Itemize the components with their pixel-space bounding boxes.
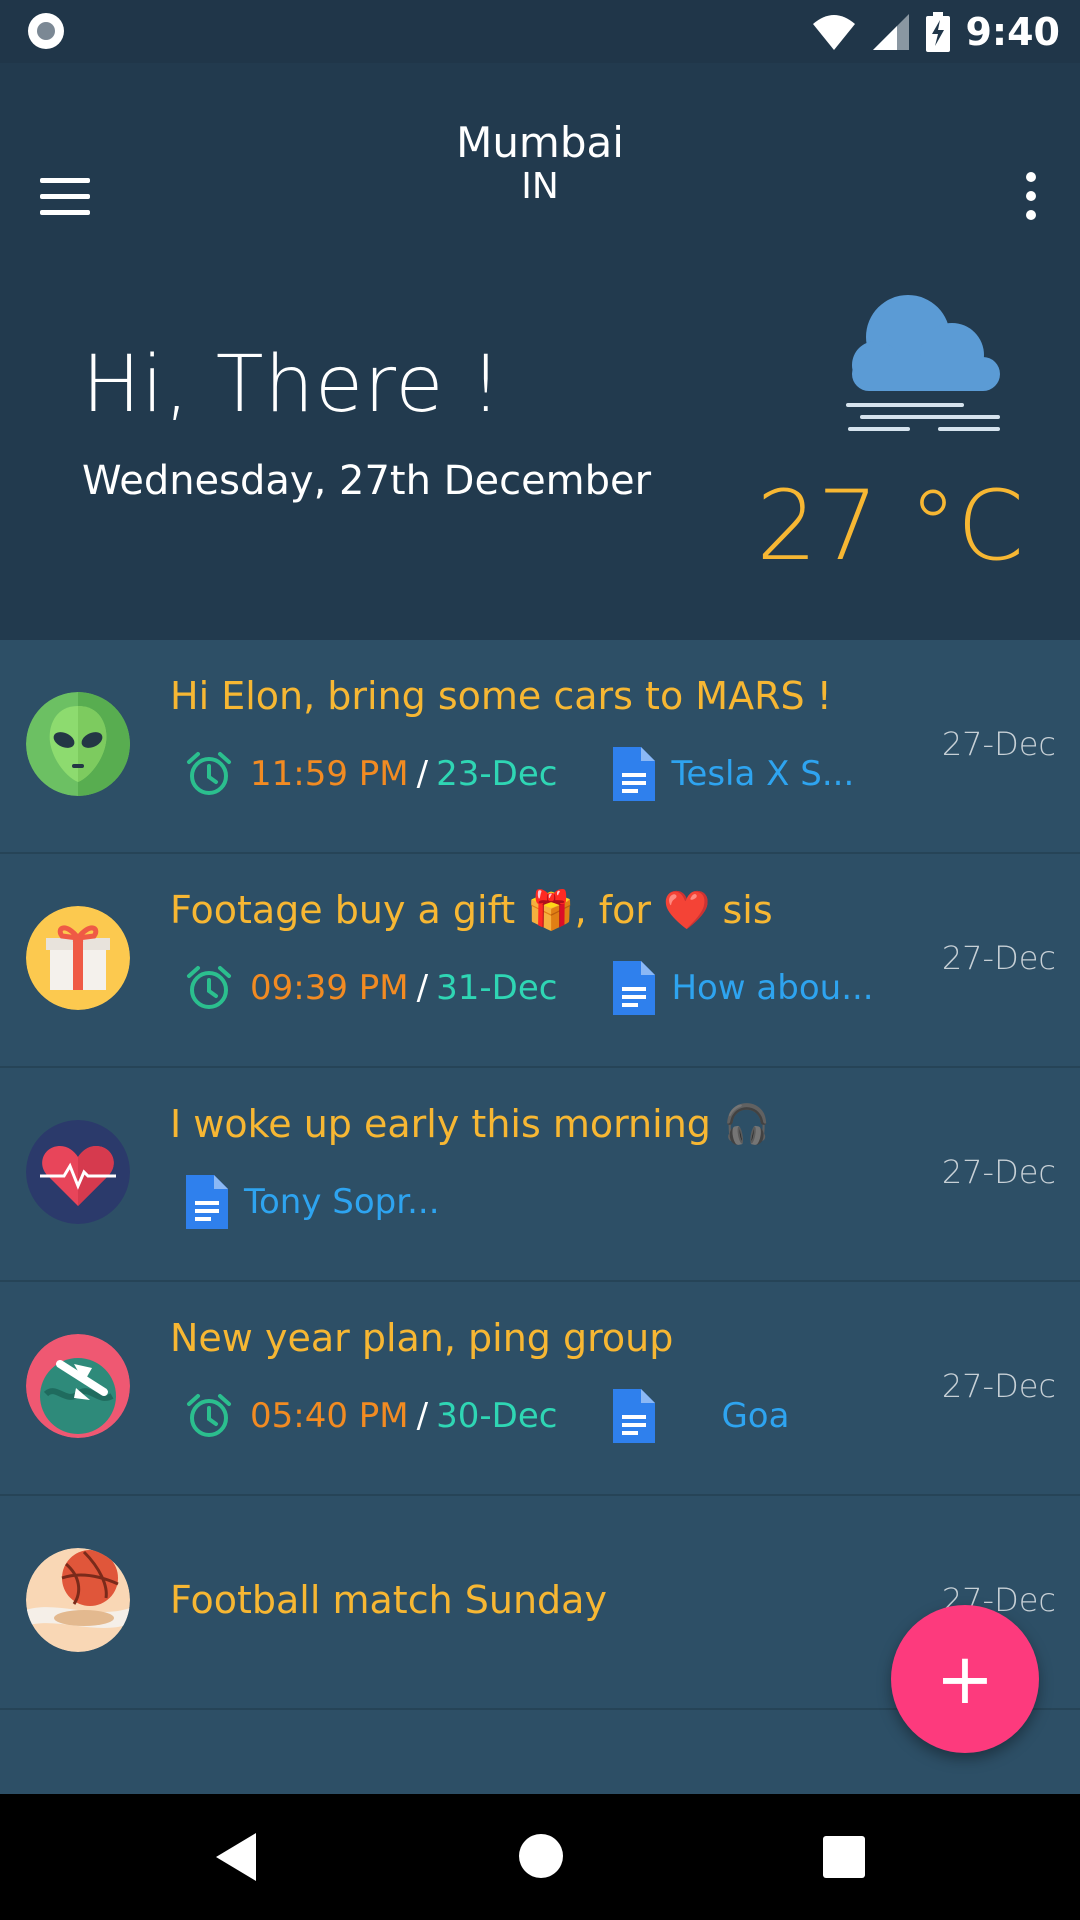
alarm-clock-icon [187, 752, 231, 795]
travel-avatar-icon [26, 1334, 130, 1438]
attachment[interactable]: Tony Sopr... [186, 1175, 440, 1229]
reminder-time: 05:40 PM [250, 1396, 409, 1436]
document-icon [613, 1389, 656, 1443]
note-title: Hi Elon, bring some cars to MARS ! [170, 674, 832, 718]
note-item[interactable]: I woke up early this morning 🎧 Tony Sopr… [0, 1068, 1080, 1282]
separator: / [416, 968, 429, 1008]
note-title: Footage buy a gift 🎁, for ❤️ sis [170, 888, 773, 932]
dot-icon [1026, 172, 1036, 182]
signal-icon [873, 14, 910, 50]
separator: / [416, 1396, 429, 1436]
document-icon [613, 961, 656, 1015]
gift-avatar-icon [26, 906, 130, 1010]
alarm-clock-icon [187, 966, 231, 1009]
alarm-clock-icon [187, 1394, 231, 1437]
attachment[interactable]: Tesla X S... [613, 747, 854, 801]
note-meta: 11:59 PM / 23-Dec Tesla X S... [186, 746, 854, 802]
battery-charging-icon [926, 12, 951, 52]
note-item[interactable]: Footage buy a gift 🎁, for ❤️ sis 09:39 P… [0, 854, 1080, 1068]
weather-header: Mumbai IN Hi, There ! Wednesday, 27th De… [0, 63, 1080, 640]
recents-icon[interactable] [823, 1836, 865, 1878]
note-meta: Tony Sopr... [186, 1174, 440, 1230]
note-meta: 05:40 PM / 30-Dec Goa [186, 1388, 789, 1444]
note-item[interactable]: New year plan, ping group 05:40 PM / 30-… [0, 1282, 1080, 1496]
note-title: New year plan, ping group [170, 1316, 674, 1360]
note-title: I woke up early this morning 🎧 [170, 1102, 771, 1146]
notes-list: Hi Elon, bring some cars to MARS ! 11:59… [0, 640, 1080, 1710]
wifi-icon [813, 15, 856, 50]
record-icon [28, 13, 64, 49]
dot-icon [1026, 191, 1036, 201]
document-icon [186, 1175, 228, 1229]
attachment-name: Tony Sopr... [244, 1182, 440, 1222]
dot-icon [1026, 210, 1036, 220]
add-note-button[interactable]: + [891, 1605, 1039, 1753]
fog-cloud-icon [846, 295, 1000, 431]
reminder-time: 11:59 PM [250, 754, 409, 794]
document-icon [613, 747, 656, 801]
hamburger-icon-line [40, 209, 90, 215]
home-icon[interactable] [519, 1834, 563, 1878]
city-name: Mumbai [456, 118, 624, 167]
note-date: 27-Dec [941, 725, 1056, 763]
current-date: Wednesday, 27th December [82, 458, 652, 504]
more-options-button[interactable] [1006, 163, 1056, 229]
note-date: 27-Dec [941, 1367, 1056, 1405]
attachment-name: Tesla X S... [671, 754, 855, 794]
attachment[interactable]: How abou... [613, 961, 874, 1015]
note-item[interactable]: Hi Elon, bring some cars to MARS ! 11:59… [0, 640, 1080, 854]
note-meta: 09:39 PM / 31-Dec How abou... [186, 960, 874, 1016]
heart-avatar-icon [26, 1120, 130, 1224]
attachment[interactable]: Goa [613, 1389, 789, 1443]
ball-avatar-icon [26, 1548, 130, 1652]
temperature: 27 °C [756, 470, 1024, 582]
status-icons: 9:40 [811, 8, 1060, 56]
country-code: IN [521, 166, 559, 207]
greeting-text: Hi, There ! [82, 340, 503, 430]
reminder-date: 23-Dec [436, 754, 558, 794]
status-time: 9:40 [965, 10, 1060, 54]
note-date: 27-Dec [941, 939, 1056, 977]
note-title: Football match Sunday [170, 1578, 607, 1622]
alien-avatar-icon [26, 692, 130, 796]
attachment-name: Goa [721, 1396, 790, 1436]
back-icon[interactable] [212, 1829, 260, 1885]
status-bar: 9:40 [0, 0, 1080, 63]
reminder-date: 30-Dec [436, 1396, 558, 1436]
note-date: 27-Dec [941, 1153, 1056, 1191]
reminder-time: 09:39 PM [250, 968, 409, 1008]
attachment-name: How abou... [671, 968, 874, 1008]
system-nav-bar [0, 1794, 1080, 1920]
separator: / [416, 754, 429, 794]
reminder-date: 31-Dec [436, 968, 558, 1008]
